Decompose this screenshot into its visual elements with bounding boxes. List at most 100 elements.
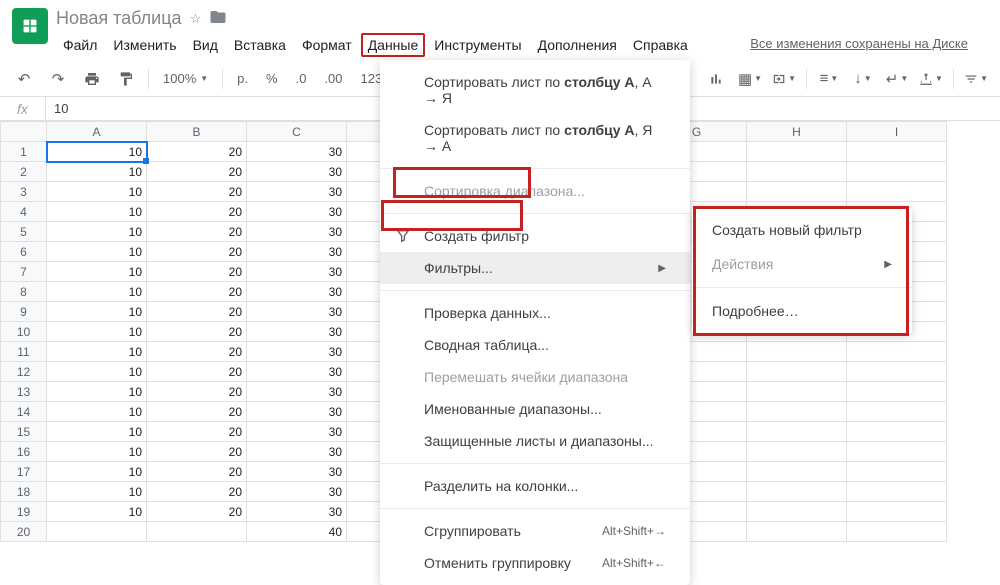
print-icon[interactable] [80, 67, 104, 91]
cell[interactable] [847, 482, 947, 502]
cell[interactable] [747, 502, 847, 522]
cell[interactable]: 10 [47, 322, 147, 342]
cell[interactable] [747, 402, 847, 422]
cell[interactable]: 10 [47, 402, 147, 422]
cell[interactable]: 20 [147, 462, 247, 482]
submenu-more[interactable]: Подробнее… [692, 294, 912, 328]
currency-button[interactable]: р. [233, 71, 252, 86]
cell[interactable]: 30 [247, 262, 347, 282]
cell[interactable] [147, 522, 247, 542]
cell[interactable]: 30 [247, 142, 347, 162]
cell[interactable]: 30 [247, 402, 347, 422]
col-header[interactable]: B [147, 122, 247, 142]
cell[interactable]: 20 [147, 282, 247, 302]
row-header[interactable]: 6 [1, 242, 47, 262]
cell[interactable]: 10 [47, 162, 147, 182]
cell[interactable]: 30 [247, 222, 347, 242]
cell[interactable]: 20 [147, 182, 247, 202]
cell[interactable]: 30 [247, 502, 347, 522]
cell[interactable]: 20 [147, 442, 247, 462]
menu-format[interactable]: Формат [295, 33, 359, 57]
menu-filters[interactable]: Фильтры...▶ [380, 252, 690, 284]
cell[interactable] [847, 502, 947, 522]
col-header[interactable]: A [47, 122, 147, 142]
row-header[interactable]: 17 [1, 462, 47, 482]
col-header[interactable]: I [847, 122, 947, 142]
menu-create-filter[interactable]: Создать фильтр [380, 220, 690, 252]
menu-insert[interactable]: Вставка [227, 33, 293, 57]
rotate-icon[interactable]: ▼ [919, 67, 943, 91]
cell[interactable] [747, 362, 847, 382]
row-header[interactable]: 20 [1, 522, 47, 542]
cell[interactable]: 40 [247, 522, 347, 542]
cell[interactable]: 30 [247, 282, 347, 302]
menu-split-cols[interactable]: Разделить на колонки... [380, 470, 690, 502]
cell[interactable]: 10 [47, 442, 147, 462]
select-all-corner[interactable] [1, 122, 47, 142]
chart-icon[interactable] [704, 67, 728, 91]
star-icon[interactable]: ☆ [190, 11, 202, 27]
cell[interactable] [847, 342, 947, 362]
cell[interactable] [747, 382, 847, 402]
cell[interactable] [847, 442, 947, 462]
row-header[interactable]: 8 [1, 282, 47, 302]
cell[interactable]: 30 [247, 382, 347, 402]
cell[interactable] [847, 162, 947, 182]
cell[interactable]: 10 [47, 482, 147, 502]
cell[interactable]: 10 [47, 502, 147, 522]
cell[interactable]: 10 [47, 382, 147, 402]
percent-button[interactable]: % [262, 71, 282, 86]
undo-icon[interactable]: ↶ [12, 67, 36, 91]
cell[interactable]: 20 [147, 342, 247, 362]
menu-ungroup[interactable]: Отменить группировкуAlt+Shift+← [380, 547, 690, 579]
redo-icon[interactable]: ↷ [46, 67, 70, 91]
cell[interactable]: 10 [47, 362, 147, 382]
cell[interactable] [747, 422, 847, 442]
cell[interactable]: 20 [147, 502, 247, 522]
menu-pivot[interactable]: Сводная таблица... [380, 329, 690, 361]
row-header[interactable]: 11 [1, 342, 47, 362]
cell[interactable]: 30 [247, 202, 347, 222]
cell[interactable]: 10 [47, 302, 147, 322]
col-header[interactable]: C [247, 122, 347, 142]
cell[interactable]: 30 [247, 242, 347, 262]
cell[interactable]: 20 [147, 302, 247, 322]
save-status[interactable]: Все изменения сохранены на Диске [750, 36, 968, 51]
menu-addons[interactable]: Дополнения [531, 33, 624, 57]
dec-less-button[interactable]: .0 [292, 71, 311, 86]
row-header[interactable]: 2 [1, 162, 47, 182]
cell[interactable]: 20 [147, 322, 247, 342]
menu-sort-za[interactable]: Сортировать лист по столбцу A, Я → А [380, 114, 690, 162]
cell[interactable] [847, 402, 947, 422]
menu-help[interactable]: Справка [626, 33, 695, 57]
cell[interactable] [747, 162, 847, 182]
cell[interactable]: 30 [247, 462, 347, 482]
cell[interactable] [847, 422, 947, 442]
cell[interactable]: 30 [247, 482, 347, 502]
cell[interactable]: 20 [147, 382, 247, 402]
cell[interactable] [747, 182, 847, 202]
cell[interactable]: 30 [247, 422, 347, 442]
row-header[interactable]: 15 [1, 422, 47, 442]
cell[interactable]: 10 [47, 462, 147, 482]
cell[interactable] [847, 182, 947, 202]
halign-icon[interactable]: ≡▼ [817, 67, 841, 91]
menu-sort-az[interactable]: Сортировать лист по столбцу A, А → Я [380, 66, 690, 114]
cell[interactable] [847, 522, 947, 542]
cell[interactable]: 30 [247, 342, 347, 362]
row-header[interactable]: 18 [1, 482, 47, 502]
merge-icon[interactable]: ▼ [772, 67, 796, 91]
cell[interactable] [847, 382, 947, 402]
row-header[interactable]: 13 [1, 382, 47, 402]
cell[interactable]: 20 [147, 202, 247, 222]
row-header[interactable]: 5 [1, 222, 47, 242]
cell[interactable]: 30 [247, 162, 347, 182]
menu-file[interactable]: Файл [56, 33, 104, 57]
borders-icon[interactable]: ▦▼ [738, 67, 762, 91]
menu-tools[interactable]: Инструменты [427, 33, 528, 57]
cell[interactable]: 20 [147, 222, 247, 242]
menu-named-ranges[interactable]: Именованные диапазоны... [380, 393, 690, 425]
menu-protected[interactable]: Защищенные листы и диапазоны... [380, 425, 690, 457]
dec-more-button[interactable]: .00 [320, 71, 346, 86]
cell[interactable] [747, 442, 847, 462]
